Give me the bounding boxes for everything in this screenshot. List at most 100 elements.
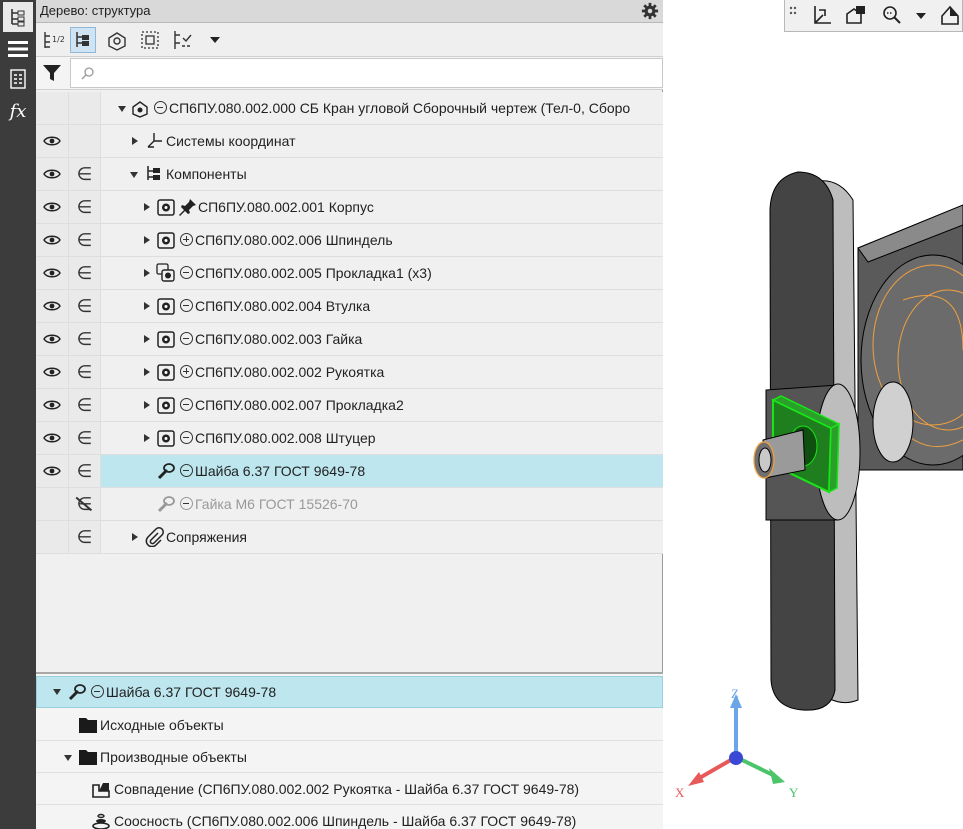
collapse-arrow-icon[interactable] bbox=[53, 689, 61, 695]
collapse-arrow-icon[interactable] bbox=[64, 755, 72, 761]
part-icon bbox=[157, 331, 175, 348]
zoom-icon[interactable] bbox=[881, 4, 903, 26]
include-icon[interactable]: ∈ bbox=[69, 422, 101, 454]
fixed-status-icon bbox=[180, 431, 193, 444]
expand-arrow-icon[interactable] bbox=[144, 335, 150, 343]
3d-viewport[interactable]: Z X Y bbox=[663, 0, 963, 829]
visibility-cell bbox=[36, 521, 69, 553]
tree-label: Гайка М6 ГОСТ 15526-70 bbox=[195, 496, 358, 512]
tree-label: СП6ПУ.080.002.006 Шпиндель bbox=[195, 232, 393, 248]
tree-row-mates[interactable]: ∈ Сопряжения bbox=[36, 521, 663, 554]
filter-icon[interactable] bbox=[42, 63, 62, 83]
expand-arrow-icon[interactable] bbox=[144, 401, 150, 409]
panel-title: Дерево: структура bbox=[40, 3, 151, 18]
tree-root-row[interactable]: СП6ПУ.080.002.000 СБ Кран угловой Сбороч… bbox=[36, 92, 663, 125]
expand-arrow-icon[interactable] bbox=[144, 434, 150, 442]
model-view[interactable]: Z X Y bbox=[663, 0, 963, 829]
include-icon[interactable]: ∈ bbox=[69, 224, 101, 256]
include-icon[interactable]: ∈ bbox=[69, 191, 101, 223]
expand-arrow-icon[interactable] bbox=[132, 137, 138, 145]
excluded-icon[interactable]: ∈ bbox=[69, 488, 101, 520]
tree-row-part[interactable]: ∈ СП6ПУ.080.002.002 Рукоятка bbox=[36, 356, 663, 389]
tree-label: СП6ПУ.080.002.008 Штуцер bbox=[195, 430, 376, 446]
collapse-arrow-icon[interactable] bbox=[130, 172, 138, 178]
include-icon[interactable]: ∈ bbox=[69, 455, 101, 487]
tree-icon[interactable] bbox=[3, 2, 33, 32]
tree-panel: Дерево: структура 1/2 СП6ПУ.080.002.000 … bbox=[36, 0, 663, 829]
expand-arrow-icon[interactable] bbox=[144, 368, 150, 376]
eye-icon[interactable] bbox=[43, 432, 61, 444]
include-icon[interactable]: ∈ bbox=[69, 521, 101, 553]
relations-selected-row[interactable]: Шайба 6.37 ГОСТ 9649-78 bbox=[36, 676, 663, 708]
expand-arrow-icon[interactable] bbox=[144, 269, 150, 277]
formula-icon[interactable]: fx bbox=[3, 96, 33, 126]
standard-part-icon bbox=[157, 496, 175, 513]
tree-row-part-selected[interactable]: ∈ Шайба 6.37 ГОСТ 9649-78 bbox=[36, 455, 663, 488]
constraint-row[interactable]: Соосность (СП6ПУ.080.002.006 Шпиндель - … bbox=[36, 805, 663, 829]
include-icon[interactable]: ∈ bbox=[69, 257, 101, 289]
tree-row-part[interactable]: ∈ СП6ПУ.080.002.006 Шпиндель bbox=[36, 224, 663, 257]
include-icon[interactable]: ∈ bbox=[69, 158, 101, 190]
eye-icon[interactable] bbox=[43, 267, 61, 279]
components-icon[interactable] bbox=[104, 27, 130, 53]
tree-label: Системы координат bbox=[166, 133, 296, 149]
include-icon[interactable]: ∈ bbox=[69, 356, 101, 388]
folder-icon bbox=[79, 718, 97, 733]
fixed-status-icon bbox=[180, 266, 193, 279]
tree-row-coord-systems[interactable]: Системы координат bbox=[36, 125, 663, 158]
search-input[interactable] bbox=[70, 58, 663, 88]
orientation-icon[interactable] bbox=[811, 4, 833, 26]
eye-icon[interactable] bbox=[43, 168, 61, 180]
expand-arrow-icon[interactable] bbox=[132, 533, 138, 541]
build-tree-icon[interactable] bbox=[70, 27, 96, 53]
gear-icon[interactable] bbox=[641, 2, 659, 20]
menu-icon[interactable] bbox=[3, 34, 33, 64]
include-icon[interactable]: ∈ bbox=[69, 389, 101, 421]
svg-text:1/2: 1/2 bbox=[52, 35, 64, 44]
dropdown-icon[interactable] bbox=[202, 27, 228, 53]
tree-row-components[interactable]: ∈ Компоненты bbox=[36, 158, 663, 191]
include-cell bbox=[69, 92, 101, 124]
part-icon bbox=[157, 430, 175, 447]
expand-arrow-icon[interactable] bbox=[144, 203, 150, 211]
constraint-row[interactable]: Совпадение (СП6ПУ.080.002.002 Рукоятка -… bbox=[36, 773, 663, 805]
display-options-icon[interactable] bbox=[172, 27, 198, 53]
eye-icon[interactable] bbox=[43, 234, 61, 246]
fixed-status-icon bbox=[180, 464, 193, 477]
tree-row-part[interactable]: ∈ СП6ПУ.080.002.003 Гайка bbox=[36, 323, 663, 356]
tree-row-part[interactable]: ∈ СП6ПУ.080.002.005 Прокладка1 (x3) bbox=[36, 257, 663, 290]
plus-status-icon bbox=[180, 233, 193, 246]
tree-row-part[interactable]: ∈ СП6ПУ.080.002.007 Прокладка2 bbox=[36, 389, 663, 422]
assembly-icon bbox=[132, 101, 148, 118]
grip-icon[interactable] bbox=[789, 4, 799, 24]
eye-icon[interactable] bbox=[43, 399, 61, 411]
include-icon[interactable]: ∈ bbox=[69, 290, 101, 322]
collapse-arrow-icon[interactable] bbox=[118, 106, 126, 112]
properties-icon[interactable] bbox=[3, 64, 33, 94]
eye-icon[interactable] bbox=[43, 465, 61, 477]
eye-icon[interactable] bbox=[43, 201, 61, 213]
expand-arrow-icon[interactable] bbox=[144, 302, 150, 310]
eye-icon[interactable] bbox=[43, 135, 61, 147]
derived-objects-row[interactable]: Производные объекты bbox=[36, 741, 663, 773]
include-cell bbox=[69, 125, 101, 157]
tree-root-label: СП6ПУ.080.002.000 СБ Кран угловой Сбороч… bbox=[169, 100, 631, 116]
eye-icon[interactable] bbox=[43, 300, 61, 312]
tree-row-part[interactable]: ∈ СП6ПУ.080.002.001 Корпус bbox=[36, 191, 663, 224]
eye-icon[interactable] bbox=[43, 366, 61, 378]
tree-row-part[interactable]: ∈ СП6ПУ.080.002.004 Втулка bbox=[36, 290, 663, 323]
source-objects-row[interactable]: Исходные объекты bbox=[36, 709, 663, 741]
view-tool-icon[interactable] bbox=[939, 4, 961, 26]
structure-view-icon[interactable]: 1/2 bbox=[40, 27, 66, 53]
expand-arrow-icon[interactable] bbox=[144, 236, 150, 244]
view-camera-icon[interactable] bbox=[845, 4, 867, 26]
include-icon[interactable]: ∈ bbox=[69, 323, 101, 355]
tree-row-part[interactable]: ∈ СП6ПУ.080.002.008 Штуцер bbox=[36, 422, 663, 455]
fixed-status-icon bbox=[180, 332, 193, 345]
select-icon[interactable] bbox=[137, 27, 163, 53]
tree-row-part-excluded[interactable]: ∈ Гайка М6 ГОСТ 15526-70 bbox=[36, 488, 663, 521]
eye-icon[interactable] bbox=[43, 333, 61, 345]
part-icon bbox=[157, 298, 175, 315]
tree-label: Компоненты bbox=[166, 166, 247, 182]
dropdown-icon[interactable] bbox=[915, 12, 927, 20]
